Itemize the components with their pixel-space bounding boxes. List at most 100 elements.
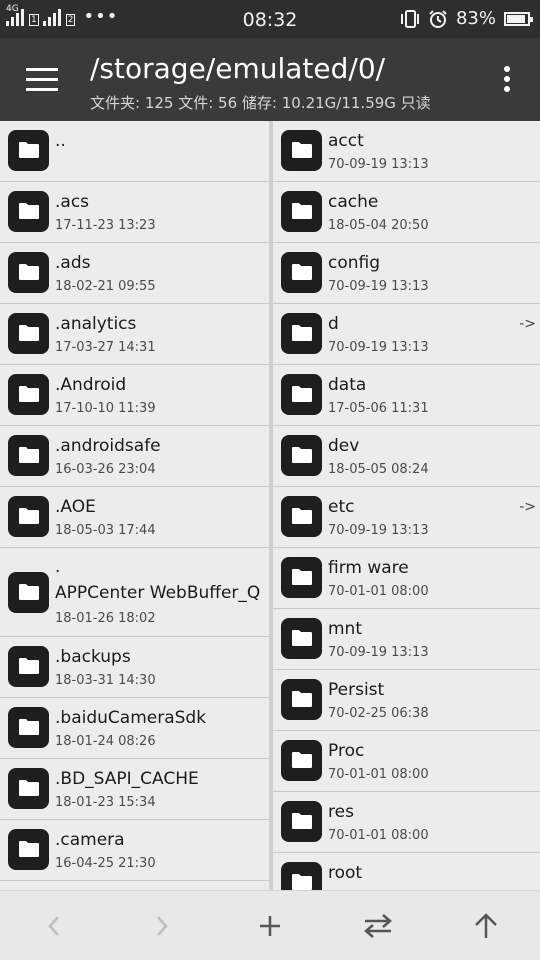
storage-summary: 文件夹: 125 文件: 56 储存: 10.21G/11.59G 只读 <box>90 94 431 112</box>
forward-button[interactable] <box>132 891 192 960</box>
file-name: .analytics <box>55 314 137 334</box>
folder-icon <box>281 252 322 293</box>
folder-icon <box>281 374 322 415</box>
file-name: . APPCenter WebBuffer_Q <box>55 557 261 603</box>
file-name: .acs <box>55 192 90 212</box>
list-item[interactable]: Persist 70-02-25 06:38 <box>273 670 540 731</box>
file-date: 18-05-05 08:24 <box>328 462 429 477</box>
list-item[interactable]: cache 18-05-04 20:50 <box>273 182 540 243</box>
folder-icon <box>8 768 49 809</box>
folder-icon <box>281 313 322 354</box>
battery-percent: 83% <box>455 8 496 29</box>
list-item[interactable]: .backups 18-03-31 14:30 <box>0 637 269 698</box>
folder-icon <box>281 130 322 171</box>
file-date: 18-03-31 14:30 <box>55 673 156 688</box>
plus-icon <box>260 916 280 936</box>
list-item[interactable]: .BD_SAPI_CACHE 18-01-23 15:34 <box>0 759 269 820</box>
file-name: dev <box>328 436 360 456</box>
file-date: 17-03-27 14:31 <box>55 340 156 355</box>
hamburger-menu-icon[interactable] <box>26 68 58 92</box>
folder-icon <box>8 130 49 171</box>
list-item[interactable]: d 70-09-19 13:13 -> <box>273 304 540 365</box>
list-item[interactable]: config 70-09-19 13:13 <box>273 243 540 304</box>
list-item[interactable]: mnt 70-09-19 13:13 <box>273 609 540 670</box>
file-name: cache <box>328 192 379 212</box>
file-name: .androidsafe <box>55 436 161 456</box>
file-name: .BD_SAPI_CACHE <box>55 769 199 789</box>
file-name: .Android <box>55 375 127 395</box>
file-name: Proc <box>328 741 365 761</box>
right-file-pane[interactable]: acct 70-09-19 13:13 cache 18-05-04 20:50 con… <box>273 121 540 890</box>
file-name: .baiduCameraSdk <box>55 708 207 728</box>
go-up-button[interactable] <box>456 891 516 960</box>
add-button[interactable] <box>240 891 300 960</box>
back-button[interactable] <box>24 891 84 960</box>
list-item[interactable]: etc 70-09-19 13:13 -> <box>273 487 540 548</box>
chevron-left-icon <box>48 916 59 936</box>
file-name: mnt <box>328 619 362 639</box>
folder-icon <box>281 496 322 537</box>
folder-icon <box>8 191 49 232</box>
folder-icon <box>281 801 322 842</box>
list-item[interactable]: acct 70-09-19 13:13 <box>273 121 540 182</box>
list-item[interactable]: .AOE 18-05-03 17:44 <box>0 487 269 548</box>
file-date: 70-02-25 06:38 <box>328 706 429 721</box>
list-item[interactable]: .ads 18-02-21 09:55 <box>0 243 269 304</box>
list-item[interactable]: firm ware 70-01-01 08:00 <box>273 548 540 609</box>
file-date: 70-01-01 08:00 <box>328 584 429 599</box>
file-name: config <box>328 253 381 273</box>
folder-icon <box>8 496 49 537</box>
file-date: 16-04-25 21:30 <box>55 856 156 871</box>
more-vert-icon[interactable] <box>504 66 512 96</box>
folder-icon <box>8 252 49 293</box>
list-item[interactable]: .Android 17-10-10 11:39 <box>0 365 269 426</box>
list-item[interactable]: Proc 70-01-01 08:00 <box>273 731 540 792</box>
list-item[interactable]: .camera 16-04-25 21:30 <box>0 820 269 881</box>
status-bar: 4G 1 2 ••• 08:32 83% <box>0 0 540 38</box>
folder-icon <box>8 374 49 415</box>
list-item[interactable]: .. <box>0 121 269 182</box>
file-name: data <box>328 375 367 395</box>
file-date: 70-09-19 13:13 <box>328 645 429 660</box>
left-file-pane[interactable]: .. .acs 17-11-23 13:23 .ads 18-02-21 09:55 .a… <box>0 121 269 890</box>
folder-icon <box>281 618 322 659</box>
battery-icon <box>504 11 533 26</box>
list-item[interactable]: data 17-05-06 11:31 <box>273 365 540 426</box>
vibrate-icon <box>400 9 419 28</box>
file-name: firm ware <box>328 558 409 578</box>
file-name: Persist <box>328 680 385 700</box>
folder-icon <box>8 313 49 354</box>
folder-icon <box>8 435 49 476</box>
list-item[interactable]: .analytics 17-03-27 14:31 <box>0 304 269 365</box>
list-item[interactable]: .baiduCameraSdk 18-01-24 08:26 <box>0 698 269 759</box>
list-item[interactable]: . APPCenter WebBuffer_Q 18-01-26 18:02 <box>0 548 269 637</box>
file-date: 70-09-19 13:13 <box>328 279 429 294</box>
file-date: 18-01-24 08:26 <box>55 734 156 749</box>
folder-icon <box>281 740 322 781</box>
current-path-title: /storage/emulated/0/ <box>90 52 386 85</box>
folder-icon <box>8 707 49 748</box>
folder-icon <box>8 572 49 613</box>
file-name: .camera <box>55 830 125 850</box>
file-name: .ads <box>55 253 91 273</box>
file-name: .. <box>55 131 66 151</box>
folder-icon <box>281 679 322 720</box>
bottom-toolbar <box>0 890 540 960</box>
app-bar: /storage/emulated/0/ 文件夹: 125 文件: 56 储存:… <box>0 38 540 121</box>
file-name: etc <box>328 497 355 517</box>
list-item[interactable]: .androidsafe 16-03-26 23:04 <box>0 426 269 487</box>
list-item[interactable]: root <box>273 853 540 890</box>
list-item[interactable]: dev 18-05-05 08:24 <box>273 426 540 487</box>
file-name: .AOE <box>55 497 96 517</box>
folder-icon <box>281 191 322 232</box>
symlink-indicator: -> <box>519 316 536 332</box>
list-item[interactable]: res 70-01-01 08:00 <box>273 792 540 853</box>
swap-panes-button[interactable] <box>348 891 408 960</box>
file-date: 17-05-06 11:31 <box>328 401 429 416</box>
file-date: 70-09-19 13:13 <box>328 523 429 538</box>
swap-arrows-icon <box>364 914 392 938</box>
file-name: root <box>328 863 363 883</box>
arrow-up-icon <box>475 913 497 938</box>
list-item[interactable]: .acs 17-11-23 13:23 <box>0 182 269 243</box>
file-date: 70-09-19 13:13 <box>328 157 429 172</box>
